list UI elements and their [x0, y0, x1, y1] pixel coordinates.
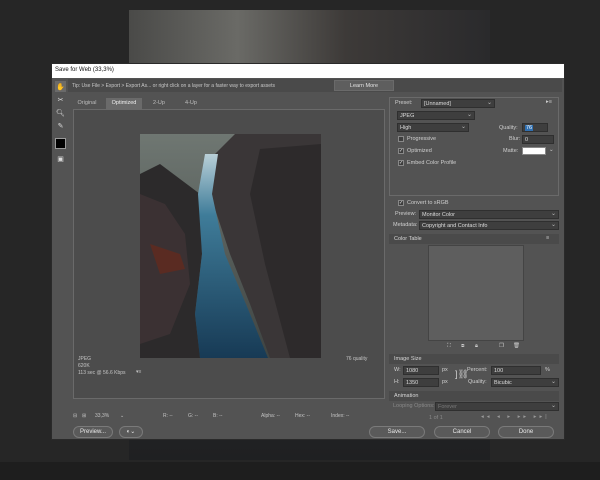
quality-level-select[interactable]: High	[397, 123, 469, 132]
optimized-image-preview[interactable]	[140, 134, 321, 358]
image-size-header: Image Size	[389, 354, 559, 364]
save-button[interactable]: Save...	[369, 426, 425, 438]
percent-label: Percent:	[467, 367, 488, 373]
tip-text: Tip: Use File > Export > Export As... or…	[72, 83, 275, 89]
frame-counter: 1 of 1	[429, 415, 443, 421]
resample-quality-label: Quality:	[468, 379, 487, 385]
tip-bar: Tip: Use File > Export > Export As... or…	[68, 79, 562, 92]
readout-r: R: --	[163, 413, 173, 419]
readout-g: G: --	[188, 413, 198, 419]
progressive-checkbox[interactable]	[398, 136, 404, 142]
metadata-label: Metadata:	[393, 222, 418, 228]
looping-label: Looping Options:	[393, 403, 435, 409]
download-rate-menu-icon[interactable]: ▾≡	[136, 369, 141, 375]
width-input[interactable]: 1080	[403, 366, 439, 375]
readout-alpha: Alpha: --	[261, 413, 280, 419]
color-table-grid[interactable]	[428, 245, 524, 341]
preview-label: Preview:	[395, 211, 417, 217]
width-label: W:	[394, 367, 401, 373]
quality-label: Quality:	[499, 125, 518, 131]
lock-color-icon[interactable]: 🔒︎	[475, 343, 478, 350]
preview-select[interactable]: Monitor Color	[419, 210, 559, 219]
preview-download-time: 113 sec @ 56.6 Kbps	[78, 370, 126, 376]
window-title: Save for Web (33,3%)	[55, 67, 114, 73]
matte-color-swatch[interactable]	[522, 147, 546, 155]
quality-input[interactable]: 76	[522, 123, 548, 132]
height-input[interactable]: 1350	[403, 378, 439, 387]
color-table-menu-icon[interactable]: ≡	[546, 235, 549, 241]
height-label: H:	[394, 379, 400, 385]
matte-dropdown-icon[interactable]: ⌄	[549, 147, 554, 153]
progressive-label: Progressive	[407, 136, 437, 142]
percent-unit: %	[545, 367, 550, 373]
cancel-button[interactable]: Cancel	[434, 426, 490, 438]
animation-controls-icon[interactable]: ◂◂ ◂ ▸ ▸▸ ▸▸|	[481, 414, 550, 420]
save-for-web-dialog: Save for Web (33,3%) ✋ ✂ 🔍︎ ✎ ▣ Tip: Use…	[51, 63, 565, 440]
canyon-photo	[140, 134, 321, 358]
browser-preview-icon[interactable]: ◐⌄	[119, 426, 143, 438]
hand-icon[interactable]: ✋	[55, 81, 66, 92]
background-taskbar	[0, 462, 600, 480]
preview-button[interactable]: Preview...	[73, 426, 113, 438]
convert-srgb-checkbox[interactable]: ✓	[398, 200, 404, 206]
panel-menu-icon[interactable]: ▸≡	[546, 99, 552, 105]
color-table-header: Color Table	[389, 234, 559, 244]
tab-optimized[interactable]: Optimized	[106, 98, 142, 109]
new-color-icon[interactable]: ❐	[499, 343, 504, 349]
map-color-icon[interactable]: ⛶	[447, 343, 451, 350]
color-swatch[interactable]	[55, 138, 66, 149]
readout-hex: Hex: --	[295, 413, 310, 419]
status-bar: ⊟ ⊞ 33,3% ⌄ R: -- G: -- B: -- Alpha: -- …	[73, 412, 385, 422]
preset-select[interactable]: [Unnamed]	[421, 99, 495, 108]
percent-input[interactable]: 100	[491, 366, 541, 375]
metadata-select[interactable]: Copyright and Contact Info	[419, 221, 559, 230]
toggle-slices-icon[interactable]: ▣	[55, 153, 66, 164]
optimized-label: Optimized	[407, 148, 432, 154]
eyedropper-icon[interactable]: ✎	[55, 120, 66, 131]
readout-b: B: --	[213, 413, 223, 419]
animation-header: Animation	[389, 391, 559, 401]
preview-format: JPEG	[78, 356, 92, 362]
title-bar: Save for Web (33,3%)	[52, 64, 564, 78]
format-select[interactable]: JPEG	[397, 111, 475, 120]
convert-srgb-label: Convert to sRGB	[407, 200, 449, 206]
tab-2-up[interactable]: 2-Up	[144, 98, 174, 109]
optimized-checkbox[interactable]: ✓	[398, 148, 404, 154]
slice-select-icon[interactable]: ✂	[55, 94, 66, 105]
tab-4-up[interactable]: 4-Up	[176, 98, 206, 109]
embed-profile-label: Embed Color Profile	[407, 160, 457, 166]
zoom-icon[interactable]: 🔍︎	[55, 107, 66, 118]
preview-area[interactable]: JPEG 620K 113 sec @ 56.6 Kbps ▾≡ 76 qual…	[73, 109, 385, 399]
zoom-in-icon[interactable]: ⊞	[82, 413, 86, 419]
blur-label: Blur:	[509, 136, 521, 142]
preview-quality: 76 quality	[346, 356, 368, 362]
looping-select[interactable]: Forever	[435, 402, 559, 411]
height-unit: px	[442, 379, 448, 385]
preview-file-size: 620K	[78, 363, 90, 369]
zoom-out-icon[interactable]: ⊟	[73, 413, 77, 419]
readout-index: Index: --	[331, 413, 350, 419]
matte-label: Matte:	[503, 148, 519, 154]
width-unit: px	[442, 367, 448, 373]
done-button[interactable]: Done	[498, 426, 554, 438]
delete-color-icon[interactable]: 🗑︎	[513, 343, 520, 349]
resample-quality-select[interactable]: Bicubic	[491, 378, 559, 387]
preset-label: Preset:	[395, 100, 413, 106]
web-shift-icon[interactable]: ⧈	[461, 343, 465, 350]
blur-input[interactable]: 0	[522, 135, 554, 144]
embed-profile-checkbox[interactable]: ✓	[398, 160, 404, 166]
tab-original[interactable]: Original	[70, 98, 104, 109]
learn-more-button[interactable]: Learn More	[334, 80, 394, 91]
zoom-level[interactable]: 33,3%	[95, 413, 109, 419]
zoom-dropdown-icon[interactable]: ⌄	[120, 413, 124, 419]
